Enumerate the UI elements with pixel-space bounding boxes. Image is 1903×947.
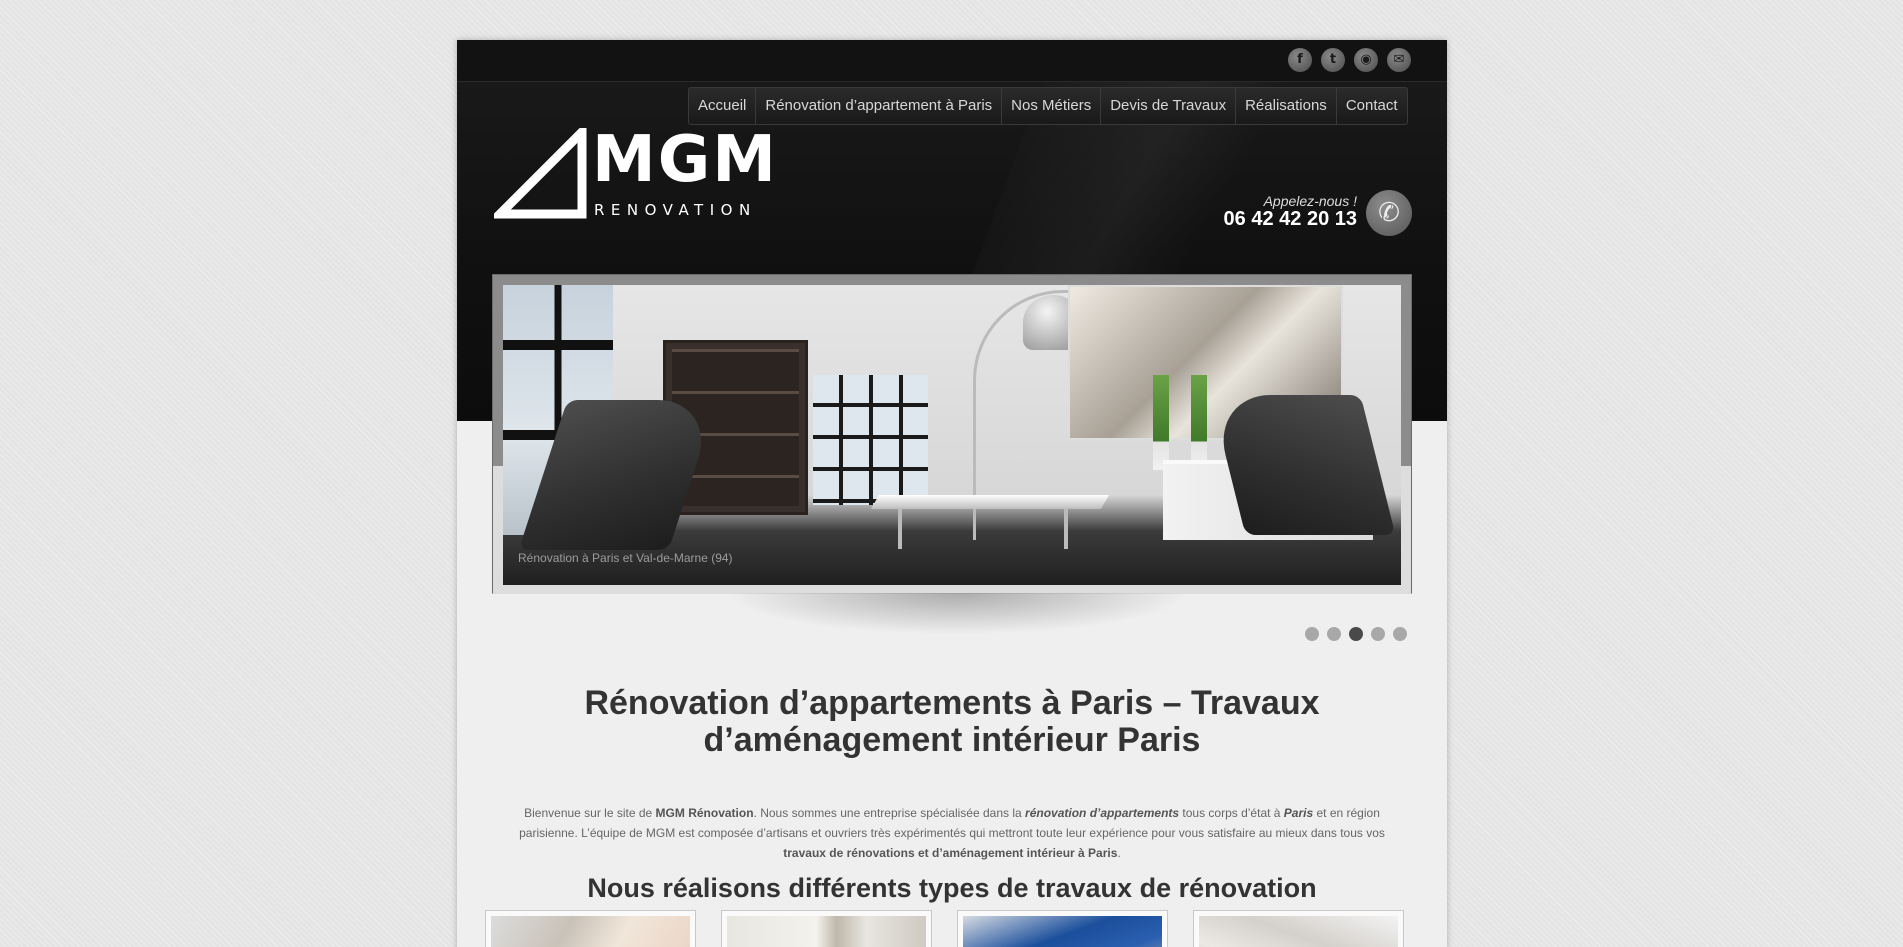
- facebook-icon[interactable]: f: [1288, 48, 1312, 72]
- intro-strong: travaux de rénovations et d’aménagement …: [783, 846, 1118, 860]
- nav-item-renovation-appartement[interactable]: Rénovation d’appartement à Paris: [755, 88, 1001, 124]
- phone-icon: ✆: [1366, 190, 1412, 236]
- page-title-line1: Rénovation d’appartements à Paris – Trav…: [584, 684, 1320, 722]
- nav-item-nos-metiers[interactable]: Nos Métiers: [1001, 88, 1100, 124]
- nav-item-realisations[interactable]: Réalisations: [1235, 88, 1336, 124]
- nav-item-contact[interactable]: Contact: [1335, 88, 1407, 124]
- phone-number[interactable]: 06 42 42 20 13: [1224, 208, 1357, 231]
- nav-item-devis-travaux[interactable]: Devis de Travaux: [1100, 88, 1235, 124]
- slider-dot-1[interactable]: [1305, 627, 1319, 641]
- slider-dot-2[interactable]: [1327, 627, 1341, 641]
- intro-emphasis: rénovation d’appartements: [1025, 806, 1180, 820]
- section-subtitle: Nous réalisons différents types de trava…: [587, 873, 1317, 903]
- slider-dots: [1305, 627, 1407, 641]
- slide-table: [870, 495, 1110, 509]
- page-title-line2: d’aménagement intérieur Paris: [703, 721, 1201, 759]
- slider-shadow: [707, 593, 1207, 638]
- slider-dot-4[interactable]: [1371, 627, 1385, 641]
- logo-triangle-icon: [494, 128, 587, 219]
- logo-mgm: MGM: [592, 123, 778, 197]
- slide-window-back: [813, 375, 928, 505]
- intro-company: MGM Rénovation: [655, 806, 754, 820]
- slider-dot-3[interactable]: [1349, 627, 1363, 641]
- nav-item-accueil[interactable]: Accueil: [689, 88, 755, 124]
- service-thumb-peinture[interactable]: [721, 910, 932, 947]
- rss-icon[interactable]: ◉: [1354, 48, 1378, 72]
- phone-label: Appelez-nous !: [1263, 193, 1357, 209]
- slider-dot-5[interactable]: [1393, 627, 1407, 641]
- service-thumb-electricite[interactable]: [485, 910, 696, 947]
- intro-emphasis: Paris: [1283, 806, 1314, 820]
- logo-renovation: RENOVATION: [594, 201, 757, 219]
- intro-text: Bienvenue sur le site de MGM Rénovation.…: [502, 803, 1402, 863]
- social-links: f t ◉ ✉: [1288, 48, 1411, 72]
- top-bar: f t ◉ ✉: [457, 40, 1447, 82]
- mail-icon[interactable]: ✉: [1387, 48, 1411, 72]
- slide-plant: [1153, 375, 1169, 470]
- intro-part: Bienvenue sur le site de: [524, 806, 656, 820]
- slide-plant: [1191, 375, 1207, 470]
- intro-part: . Nous sommes une entreprise spécialisée…: [753, 806, 1026, 820]
- slide-image[interactable]: Rénovation à Paris et Val-de-Marne (94): [503, 285, 1401, 585]
- slide-caption: Rénovation à Paris et Val-de-Marne (94): [518, 551, 733, 565]
- intro-part: tous corps d’état à: [1179, 806, 1284, 820]
- page-wrapper: f t ◉ ✉ Accueil Rénovation d’appartement…: [457, 40, 1447, 947]
- main-nav: Accueil Rénovation d’appartement à Paris…: [688, 87, 1408, 125]
- service-thumb-plomberie[interactable]: [957, 910, 1168, 947]
- twitter-icon[interactable]: t: [1321, 48, 1345, 72]
- service-thumb-amenagement[interactable]: [1193, 910, 1404, 947]
- slide-table-legs: [898, 509, 1068, 549]
- logo[interactable]: MGM RENOVATION: [494, 124, 794, 220]
- intro-part: .: [1117, 846, 1121, 860]
- slider: Rénovation à Paris et Val-de-Marne (94): [492, 274, 1412, 594]
- page-title: Rénovation d’appartements à Paris – Trav…: [457, 685, 1447, 759]
